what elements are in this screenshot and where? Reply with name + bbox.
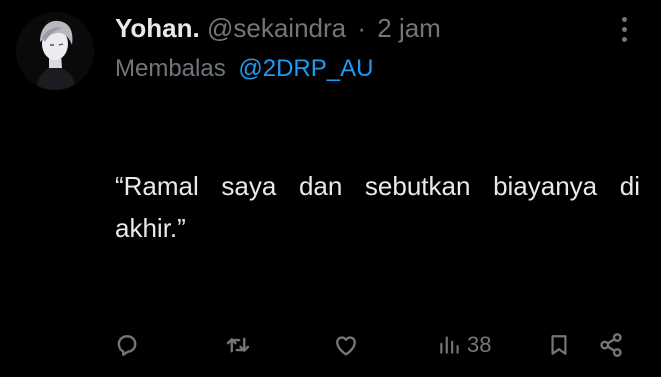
views-button[interactable]: 38 <box>437 325 491 365</box>
views-count: 38 <box>467 332 492 357</box>
reply-mention-link[interactable]: @2DRP_AU <box>238 55 373 82</box>
timestamp[interactable]: 2 jam <box>377 13 441 43</box>
comment-icon <box>117 335 137 356</box>
avatar-image <box>16 12 94 90</box>
author-handle[interactable]: @sekaindra <box>207 13 346 43</box>
retweet-icon <box>226 337 250 353</box>
tweet-header: Yohan. @sekaindra · 2 jam <box>115 13 441 43</box>
reply-button[interactable] <box>112 325 142 365</box>
tweet[interactable]: Yohan. @sekaindra · 2 jam Membalas @2DRP… <box>0 0 661 377</box>
bookmark-icon <box>551 335 567 355</box>
avatar[interactable] <box>16 12 94 90</box>
bookmark-button[interactable] <box>545 325 573 365</box>
share-icon <box>600 333 622 357</box>
analytics-icon <box>440 336 459 354</box>
separator-dot: · <box>357 13 367 43</box>
more-vertical-icon[interactable] <box>614 14 634 44</box>
like-button[interactable] <box>331 325 361 365</box>
reply-prefix: Membalas <box>115 55 226 82</box>
action-bar: 38 <box>0 325 661 365</box>
author-name[interactable]: Yohan. <box>115 13 200 43</box>
tweet-text: “Ramal saya dan sebutkan biayanya di akh… <box>115 171 640 243</box>
retweet-button[interactable] <box>222 325 254 365</box>
reply-context: Membalas @2DRP_AU <box>115 54 373 84</box>
share-button[interactable] <box>596 325 626 365</box>
heart-icon <box>336 336 356 356</box>
